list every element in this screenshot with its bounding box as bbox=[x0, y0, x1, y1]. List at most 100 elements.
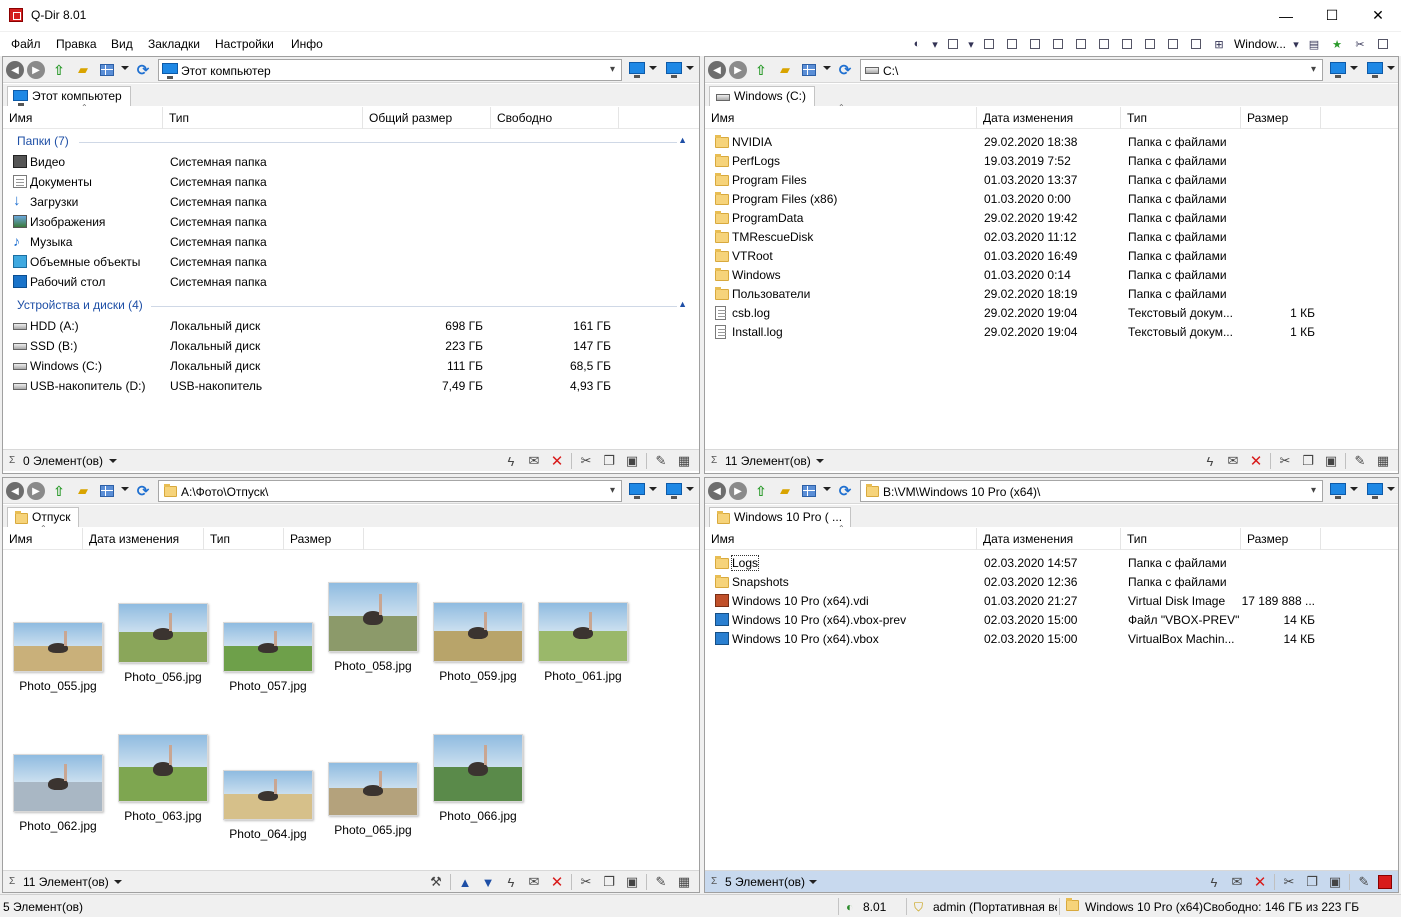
table-row[interactable]: Windows 10 Pro (x64).vdi 01.03.2020 21:27… bbox=[705, 592, 1398, 611]
delete-icon[interactable]: ✕ bbox=[1251, 873, 1269, 891]
rename-icon[interactable]: ✎ bbox=[1351, 452, 1369, 470]
new-folder-icon[interactable]: ▰ bbox=[776, 61, 794, 79]
menu-info[interactable]: Инфо bbox=[291, 37, 323, 51]
chevron-down-icon[interactable] bbox=[823, 487, 831, 491]
up-folder-icon[interactable]: ⇧ bbox=[50, 482, 68, 500]
layout-rows-icon[interactable] bbox=[1117, 34, 1137, 54]
table-row[interactable]: PerfLogs 19.03.2019 7:52 Папка с файлами bbox=[705, 152, 1398, 171]
back-icon[interactable]: ◀ bbox=[6, 482, 24, 500]
new-folder-icon[interactable]: ▰ bbox=[74, 61, 92, 79]
chevron-down-icon[interactable] bbox=[809, 880, 817, 884]
collapse-icon[interactable]: ▲ bbox=[678, 299, 687, 309]
up-folder-icon[interactable]: ⇧ bbox=[752, 482, 770, 500]
desktop-icon[interactable] bbox=[1367, 62, 1383, 78]
forward-icon[interactable]: ▶ bbox=[729, 482, 747, 500]
email-icon[interactable]: ✉ bbox=[1228, 873, 1246, 891]
monitor-icon[interactable] bbox=[1330, 62, 1346, 78]
chevron-down-icon[interactable]: ▾ bbox=[610, 64, 615, 75]
view-mode-icon[interactable] bbox=[98, 61, 116, 79]
list-item[interactable]: SSD (B:) Локальный диск 223 ГБ 147 ГБ bbox=[3, 337, 699, 356]
table-row[interactable]: Windows 10 Pro (x64).vbox 02.03.2020 15:0… bbox=[705, 630, 1398, 649]
delete-icon[interactable]: ✕ bbox=[548, 873, 566, 891]
up-folder-icon[interactable]: ⇧ bbox=[752, 61, 770, 79]
column-type[interactable]: Тип bbox=[163, 107, 363, 129]
back-icon[interactable]: ◀ bbox=[708, 482, 726, 500]
arrow-down-icon[interactable]: ▼ bbox=[479, 873, 497, 891]
delete-icon[interactable]: ✕ bbox=[548, 452, 566, 470]
table-row[interactable]: Пользователи 29.02.2020 18:19 Папка с файл… bbox=[705, 285, 1398, 304]
column-size[interactable]: Размер bbox=[1241, 107, 1321, 129]
view-mode-icon[interactable] bbox=[800, 482, 818, 500]
list-item[interactable]: Видео Системная папка bbox=[3, 153, 699, 172]
tab-windows-c[interactable]: Windows (C:) bbox=[709, 86, 816, 106]
chevron-down-icon[interactable] bbox=[1350, 487, 1358, 491]
list-item[interactable]: Документы Системная папка bbox=[3, 173, 699, 192]
properties-icon[interactable]: ▦ bbox=[675, 452, 693, 470]
favorites-star-icon[interactable]: ★ bbox=[1327, 34, 1347, 54]
chevron-down-icon[interactable] bbox=[1350, 66, 1358, 70]
lightning-icon[interactable]: ϟ bbox=[502, 873, 520, 891]
chevron-down-icon[interactable]: ▾ bbox=[1291, 34, 1301, 54]
copy-icon[interactable]: ❐ bbox=[1303, 873, 1321, 891]
list-item[interactable]: ♪ Музыка Системная папка bbox=[3, 233, 699, 252]
table-row[interactable]: VTRoot 01.03.2020 16:49 Папка с файлами bbox=[705, 247, 1398, 266]
back-icon[interactable]: ◀ bbox=[6, 61, 24, 79]
chevron-down-icon[interactable] bbox=[109, 459, 117, 463]
list-item[interactable]: USB-накопитель (D:) USB-накопитель 7,49 … bbox=[3, 377, 699, 396]
paste-icon[interactable]: ▣ bbox=[623, 873, 641, 891]
refresh-icon[interactable]: ⟳ bbox=[134, 482, 152, 500]
column-size[interactable]: Размер bbox=[1241, 528, 1321, 550]
group-header-drives[interactable]: Устройства и диски (4) bbox=[17, 298, 143, 312]
cut-icon[interactable]: ✂ bbox=[577, 873, 595, 891]
minimize-button[interactable]: — bbox=[1263, 0, 1309, 31]
refresh-icon[interactable]: ⟳ bbox=[836, 482, 854, 500]
table-row[interactable]: NVIDIA 29.02.2020 18:38 Папка с файлами bbox=[705, 133, 1398, 152]
chevron-down-icon[interactable]: ▾ bbox=[966, 34, 976, 54]
chevron-down-icon[interactable] bbox=[1387, 487, 1395, 491]
table-row[interactable]: csb.log 29.02.2020 19:04 Текстовый докум..… bbox=[705, 304, 1398, 323]
lightning-icon[interactable]: ϟ bbox=[1205, 873, 1223, 891]
lightning-icon[interactable]: ϟ bbox=[502, 452, 520, 470]
layout-4-icon[interactable] bbox=[943, 34, 963, 54]
copy-icon[interactable]: ❐ bbox=[600, 873, 618, 891]
chevron-down-icon[interactable]: ▾ bbox=[1311, 64, 1316, 75]
chevron-down-icon[interactable] bbox=[686, 66, 694, 70]
chevron-down-icon[interactable] bbox=[121, 487, 129, 491]
layout-single-icon[interactable] bbox=[1186, 34, 1206, 54]
refresh-icon[interactable]: ⟳ bbox=[134, 61, 152, 79]
layout-right-icon[interactable] bbox=[1163, 34, 1183, 54]
table-row[interactable]: ProgramData 29.02.2020 19:42 Папка с файла… bbox=[705, 209, 1398, 228]
column-date[interactable]: Дата изменения bbox=[83, 528, 204, 550]
table-row[interactable]: TMRescueDisk 02.03.2020 11:12 Папка с файл… bbox=[705, 228, 1398, 247]
globe-icon[interactable]: ◐ bbox=[907, 34, 927, 54]
tab-windows-10-pro[interactable]: Windows 10 Pro ( ... bbox=[709, 507, 852, 527]
email-icon[interactable]: ✉ bbox=[525, 452, 543, 470]
forward-icon[interactable]: ▶ bbox=[27, 482, 45, 500]
column-date[interactable]: Дата изменения bbox=[977, 107, 1121, 129]
table-row[interactable]: Windows 01.03.2020 0:14 Папка с файлами bbox=[705, 266, 1398, 285]
list-item[interactable]: Изображения Системная папка bbox=[3, 213, 699, 232]
back-icon[interactable]: ◀ bbox=[708, 61, 726, 79]
chevron-down-icon[interactable] bbox=[1387, 66, 1395, 70]
copy-icon[interactable]: ❐ bbox=[600, 452, 618, 470]
paste-icon[interactable]: ▣ bbox=[623, 452, 641, 470]
view-mode-icon[interactable] bbox=[800, 61, 818, 79]
column-free[interactable]: Свободно bbox=[491, 107, 619, 129]
maximize-button[interactable]: ☐ bbox=[1309, 0, 1355, 31]
chevron-down-icon[interactable] bbox=[121, 66, 129, 70]
chevron-down-icon[interactable] bbox=[114, 880, 122, 884]
menu-view[interactable]: Вид bbox=[111, 37, 133, 51]
monitor-icon[interactable] bbox=[629, 62, 645, 78]
column-date[interactable]: Дата изменения bbox=[977, 528, 1121, 550]
refresh-icon[interactable]: ⟳ bbox=[836, 61, 854, 79]
desktop-icon[interactable] bbox=[1367, 483, 1383, 499]
properties-icon[interactable]: ▦ bbox=[1374, 452, 1392, 470]
printer-icon[interactable]: ▤ bbox=[1304, 34, 1324, 54]
list-item[interactable]: HDD (A:) Локальный диск 698 ГБ 161 ГБ bbox=[3, 317, 699, 336]
chevron-down-icon[interactable] bbox=[649, 66, 657, 70]
arrow-up-icon[interactable]: ▲ bbox=[456, 873, 474, 891]
desktop-icon[interactable] bbox=[666, 62, 682, 78]
forward-icon[interactable]: ▶ bbox=[27, 61, 45, 79]
table-row[interactable]: Windows 10 Pro (x64).vbox-prev 02.03.2020… bbox=[705, 611, 1398, 630]
address-bar[interactable]: Этот компьютер ▾ bbox=[158, 59, 622, 81]
